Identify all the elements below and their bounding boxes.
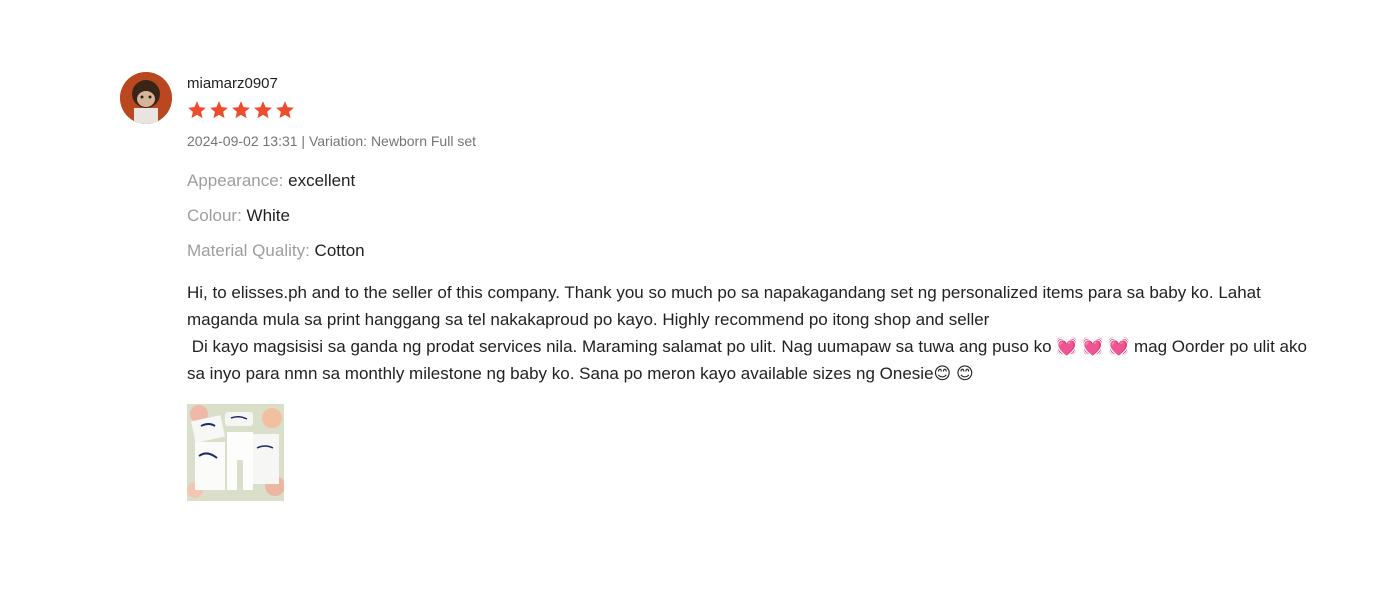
attribute-value: excellent (288, 171, 356, 190)
attribute-label: Colour: (187, 206, 247, 225)
review-photo-thumbnail[interactable] (187, 404, 284, 501)
review-content: miamarz0907 2024-09-02 13:31 | Variation… (187, 72, 1307, 501)
attribute-appearance: Appearance: excellent (187, 169, 1307, 193)
attribute-material-quality: Material Quality: Cotton (187, 239, 1307, 263)
star-icon (210, 101, 228, 119)
star-icon (232, 101, 250, 119)
attribute-label: Material Quality: (187, 241, 315, 260)
review-meta: 2024-09-02 13:31 | Variation: Newborn Fu… (187, 133, 476, 149)
review-attributes: Appearance: excellent Colour: White Mate… (187, 169, 1307, 263)
attribute-colour: Colour: White (187, 204, 1307, 228)
star-icon (188, 101, 206, 119)
attribute-value: Cotton (314, 241, 365, 260)
review-username[interactable]: miamarz0907 (187, 74, 1307, 94)
attribute-label: Appearance: (187, 171, 289, 190)
baby-clothes-photo-icon (187, 404, 284, 501)
attribute-value: White (246, 206, 290, 225)
review-body: Hi, to elisses.ph and to the seller of t… (187, 283, 1307, 383)
user-avatar[interactable] (120, 72, 172, 124)
rating-stars (187, 100, 1307, 122)
star-icon (276, 101, 294, 119)
star-icon (254, 101, 272, 119)
